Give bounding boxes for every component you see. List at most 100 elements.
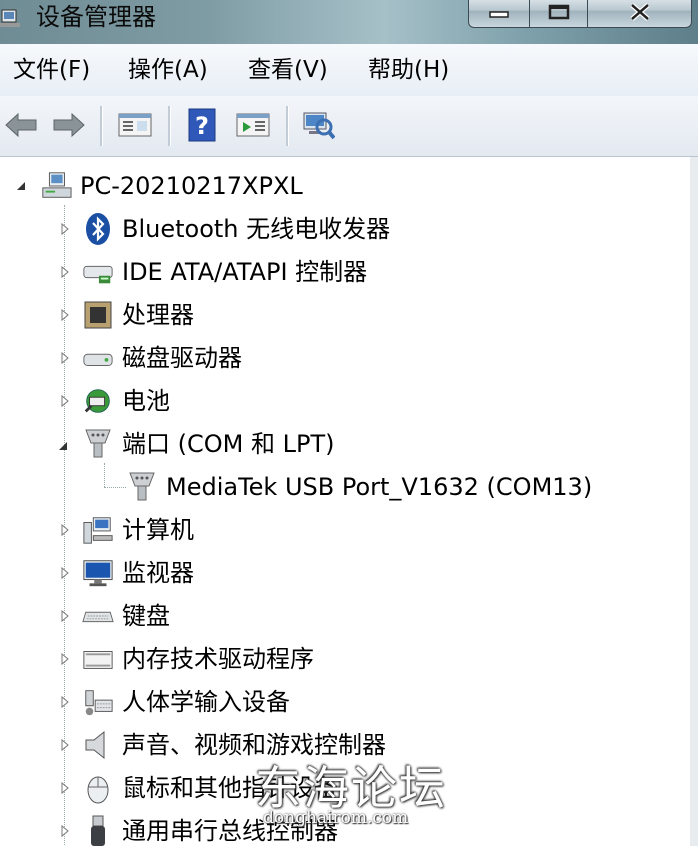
- tree-item-mouse[interactable]: 鼠标和其他指针设备: [82, 768, 338, 808]
- port-icon: [126, 471, 158, 503]
- back-icon: [5, 112, 37, 138]
- port-icon: [82, 428, 114, 460]
- update-driver-icon: [236, 113, 270, 137]
- collapsed-triangle-icon: [61, 781, 69, 795]
- help-icon: ?: [188, 108, 216, 142]
- collapse-expander-root[interactable]: [14, 178, 28, 194]
- maximize-button[interactable]: [530, 0, 588, 28]
- tree-item-label: 计算机: [122, 516, 194, 544]
- expander[interactable]: [58, 823, 72, 839]
- menu-file[interactable]: 文件(F): [13, 44, 90, 96]
- mouse-icon: [82, 772, 114, 804]
- disk-drive-icon: [82, 342, 114, 374]
- sound-icon: [82, 729, 114, 761]
- minimize-button[interactable]: [468, 0, 530, 28]
- tree-item-keyboard[interactable]: 键盘: [82, 596, 170, 636]
- scan-hardware-button[interactable]: [298, 106, 338, 144]
- collapsed-triangle-icon: [61, 566, 69, 580]
- menu-help[interactable]: 帮助(H): [368, 44, 449, 96]
- tree-item-battery[interactable]: 电池: [82, 381, 170, 421]
- computer-icon: [82, 514, 114, 546]
- minimize-icon: [489, 10, 509, 18]
- tree-item-label: 电池: [122, 387, 170, 415]
- update-driver-button[interactable]: [232, 106, 274, 144]
- device-tree: PC-20210217XPXL Bluetooth 无线电收发器 IDE ATA…: [0, 157, 698, 846]
- tree-item-processor[interactable]: 处理器: [82, 295, 194, 335]
- tree-guide-line-child-h: [104, 487, 126, 488]
- collapsed-triangle-icon: [61, 523, 69, 537]
- expander[interactable]: [58, 608, 72, 624]
- tree-item-mediatek-port[interactable]: MediaTek USB Port_V1632 (COM13): [126, 467, 592, 507]
- collapsed-triangle-icon: [61, 609, 69, 623]
- expander[interactable]: [58, 780, 72, 796]
- expander[interactable]: [58, 307, 72, 323]
- tree-item-label: IDE ATA/ATAPI 控制器: [122, 258, 368, 286]
- properties-panel-icon: [118, 113, 152, 137]
- tree-item-bluetooth[interactable]: Bluetooth 无线电收发器: [82, 209, 390, 249]
- expander[interactable]: [58, 264, 72, 280]
- tree-item-label: MediaTek USB Port_V1632 (COM13): [166, 473, 593, 501]
- close-icon: [629, 2, 650, 21]
- battery-icon: [82, 385, 114, 417]
- tree-item-label: Bluetooth 无线电收发器: [122, 215, 391, 243]
- tree-item-memory-tech[interactable]: 内存技术驱动程序: [82, 639, 314, 679]
- tree-root-computer[interactable]: PC-20210217XPXL: [40, 166, 303, 206]
- tree-item-label: 声音、视频和游戏控制器: [122, 731, 386, 759]
- tree-item-usb[interactable]: 通用串行总线控制器: [82, 811, 338, 851]
- expander[interactable]: [58, 350, 72, 366]
- ide-controller-icon: [82, 256, 114, 288]
- back-button[interactable]: [2, 106, 40, 144]
- tree-item-sound[interactable]: 声音、视频和游戏控制器: [82, 725, 386, 765]
- tree-item-label: 处理器: [122, 301, 194, 329]
- expander[interactable]: [58, 393, 72, 409]
- expander[interactable]: [58, 651, 72, 667]
- window-title: 设备管理器: [36, 3, 156, 31]
- menu-action[interactable]: 操作(A): [128, 44, 208, 96]
- collapse-expander[interactable]: [56, 438, 70, 454]
- tree-guide-line-child: [104, 463, 105, 487]
- window-controls: [468, 0, 692, 28]
- window-right-edge: [690, 157, 698, 846]
- expander[interactable]: [58, 221, 72, 237]
- show-hide-tree-button[interactable]: [114, 106, 156, 144]
- collapsed-triangle-icon: [61, 394, 69, 408]
- tree-item-disk-drive[interactable]: 磁盘驱动器: [82, 338, 242, 378]
- tree-item-ide-controller[interactable]: IDE ATA/ATAPI 控制器: [82, 252, 367, 292]
- tree-item-label: 监视器: [122, 559, 194, 587]
- tree-item-ports[interactable]: 端口 (COM 和 LPT): [82, 424, 334, 464]
- tree-item-label: 通用串行总线控制器: [122, 817, 338, 845]
- tree-item-label: 鼠标和其他指针设备: [122, 774, 338, 802]
- memory-tech-icon: [82, 643, 114, 675]
- collapsed-triangle-icon: [61, 222, 69, 236]
- tree-item-monitor[interactable]: 监视器: [82, 553, 194, 593]
- collapsed-triangle-icon: [61, 695, 69, 709]
- collapsed-triangle-icon: [61, 824, 69, 838]
- maximize-icon: [548, 4, 569, 19]
- help-button[interactable]: ?: [184, 106, 220, 144]
- device-manager-app-icon: [0, 6, 22, 28]
- menu-view[interactable]: 查看(V): [248, 44, 328, 96]
- collapsed-triangle-icon: [61, 738, 69, 752]
- monitor-icon: [82, 557, 114, 589]
- expander[interactable]: [58, 737, 72, 753]
- collapsed-triangle-icon: [61, 351, 69, 365]
- tree-item-computer[interactable]: 计算机: [82, 510, 194, 550]
- toolbar-separator: [286, 106, 289, 146]
- tree-item-label: 端口 (COM 和 LPT): [122, 430, 335, 458]
- keyboard-icon: [82, 600, 114, 632]
- collapsed-triangle-icon: [61, 308, 69, 322]
- expander[interactable]: [58, 565, 72, 581]
- close-button[interactable]: [588, 0, 692, 28]
- tree-item-label: 内存技术驱动程序: [122, 645, 314, 673]
- tree-item-hid[interactable]: 人体学输入设备: [82, 682, 290, 722]
- processor-icon: [82, 299, 114, 331]
- expander[interactable]: [58, 522, 72, 538]
- computer-root-icon: [40, 170, 72, 202]
- collapsed-triangle-icon: [61, 652, 69, 666]
- expanded-triangle-icon: [17, 182, 25, 190]
- forward-button[interactable]: [50, 106, 88, 144]
- expander[interactable]: [58, 694, 72, 710]
- tree-item-label: 键盘: [122, 602, 170, 630]
- title-bar: 设备管理器: [0, 0, 698, 44]
- bluetooth-icon: [82, 213, 114, 245]
